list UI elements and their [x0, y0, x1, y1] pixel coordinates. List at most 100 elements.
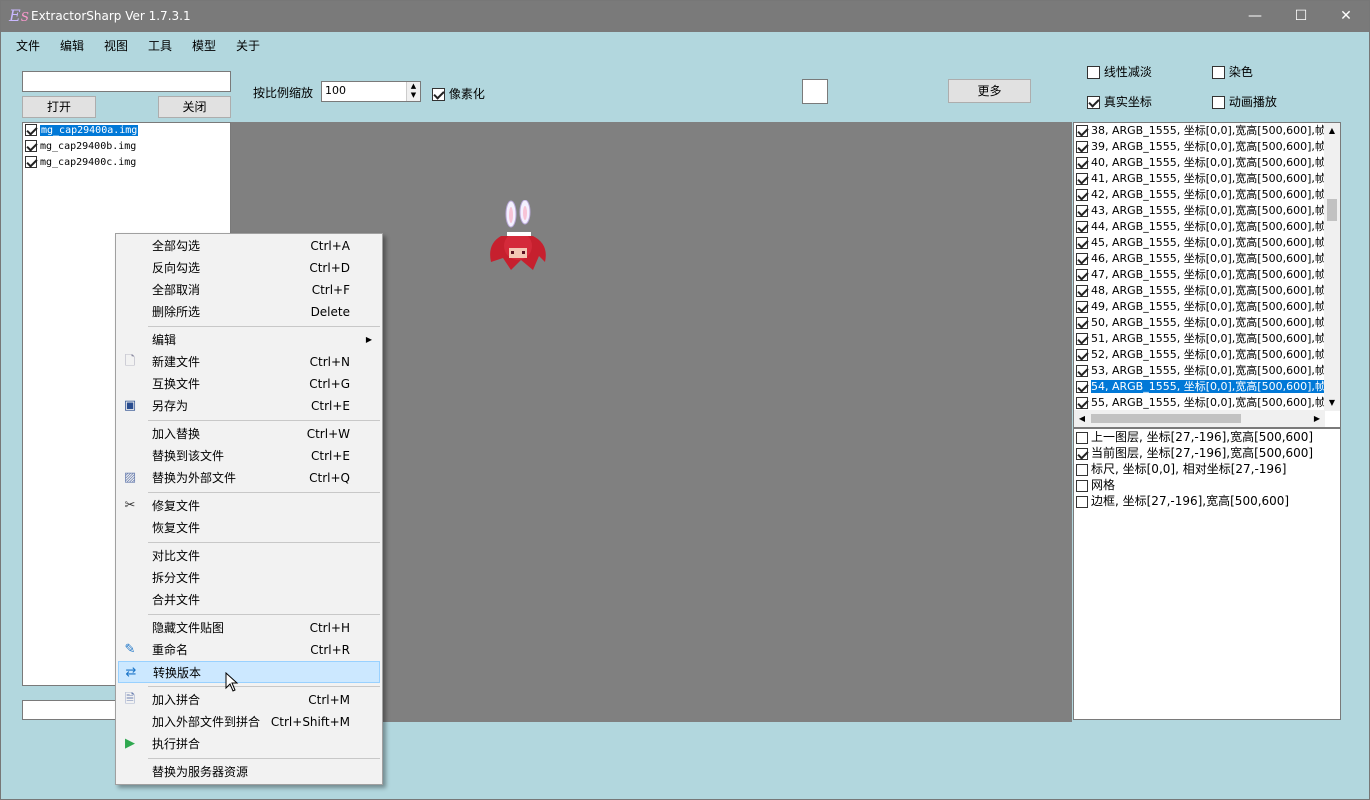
- menu-item-split-file[interactable]: 拆分文件: [118, 567, 380, 589]
- menu-view[interactable]: 视图: [104, 37, 128, 54]
- menu-file[interactable]: 文件: [16, 37, 40, 54]
- frame-check-icon[interactable]: [1076, 397, 1088, 409]
- minimize-button[interactable]: —: [1232, 1, 1278, 32]
- menu-item-add-merge[interactable]: 🗎 加入拼合 Ctrl+M: [118, 689, 380, 711]
- list-item[interactable]: mg_cap29400c.img: [23, 155, 230, 171]
- frame-row[interactable]: 43, ARGB_1555, 坐标[0,0],宽高[500,600],帧: [1074, 203, 1326, 219]
- frame-check-icon[interactable]: [1076, 301, 1088, 313]
- scroll-left-icon[interactable]: ◀: [1074, 410, 1090, 427]
- list-item[interactable]: mg_cap29400a.img: [23, 123, 230, 139]
- list-item[interactable]: 上一图层, 坐标[27,-196],宽高[500,600]: [1074, 429, 1340, 445]
- scroll-down-icon[interactable]: ▼: [1324, 395, 1340, 411]
- list-item[interactable]: 标尺, 坐标[0,0], 相对坐标[27,-196]: [1074, 461, 1340, 477]
- frame-check-icon[interactable]: [1076, 333, 1088, 345]
- layer-list[interactable]: 上一图层, 坐标[27,-196],宽高[500,600] 当前图层, 坐标[2…: [1073, 428, 1341, 720]
- scroll-up-icon[interactable]: ▲: [1324, 123, 1340, 139]
- status-input[interactable]: [22, 700, 122, 720]
- menu-item-repair-file[interactable]: ✂ 修复文件: [118, 495, 380, 517]
- menu-item-replace-server[interactable]: 替换为服务器资源: [118, 761, 380, 783]
- frame-check-icon[interactable]: [1076, 189, 1088, 201]
- file-check-icon[interactable]: [25, 156, 37, 168]
- list-item[interactable]: 网格: [1074, 477, 1340, 493]
- frame-row[interactable]: 47, ARGB_1555, 坐标[0,0],宽高[500,600],帧: [1074, 267, 1326, 283]
- hscroll-thumb[interactable]: [1091, 414, 1241, 423]
- menu-item-new-file[interactable]: 🗋 新建文件 Ctrl+N: [118, 351, 380, 373]
- file-search-input[interactable]: [22, 71, 231, 92]
- linear-fade-checkbox[interactable]: 线性减淡: [1087, 63, 1152, 80]
- layer-check-icon[interactable]: [1076, 479, 1088, 492]
- more-button[interactable]: 更多: [948, 79, 1031, 103]
- frame-row[interactable]: 44, ARGB_1555, 坐标[0,0],宽高[500,600],帧: [1074, 219, 1326, 235]
- animate-checkbox[interactable]: 动画播放: [1212, 93, 1277, 110]
- frame-check-icon[interactable]: [1076, 205, 1088, 217]
- menu-item-run-merge[interactable]: ▶ 执行拼合: [118, 733, 380, 755]
- layer-check-icon[interactable]: [1076, 495, 1088, 508]
- frame-row[interactable]: 53, ARGB_1555, 坐标[0,0],宽高[500,600],帧: [1074, 363, 1326, 379]
- frame-row[interactable]: 38, ARGB_1555, 坐标[0,0],宽高[500,600],帧: [1074, 123, 1326, 139]
- frame-row[interactable]: 49, ARGB_1555, 坐标[0,0],宽高[500,600],帧: [1074, 299, 1326, 315]
- frame-check-icon[interactable]: [1076, 173, 1088, 185]
- frame-row[interactable]: 45, ARGB_1555, 坐标[0,0],宽高[500,600],帧: [1074, 235, 1326, 251]
- list-item[interactable]: mg_cap29400b.img: [23, 139, 230, 155]
- frame-check-icon[interactable]: [1076, 125, 1088, 137]
- menu-item-add-external-merge[interactable]: 加入外部文件到拼合 Ctrl+Shift+M: [118, 711, 380, 733]
- menu-item-replace-to-file[interactable]: 替换到该文件 Ctrl+E: [118, 445, 380, 467]
- frame-check-icon[interactable]: [1076, 349, 1088, 361]
- frame-row[interactable]: 40, ARGB_1555, 坐标[0,0],宽高[500,600],帧: [1074, 155, 1326, 171]
- menu-tools[interactable]: 工具: [148, 37, 172, 54]
- open-button[interactable]: 打开: [22, 96, 96, 118]
- maximize-button[interactable]: ☐: [1278, 1, 1324, 32]
- menu-model[interactable]: 模型: [192, 37, 216, 54]
- color-swatch[interactable]: [802, 79, 828, 104]
- frame-row[interactable]: 54, ARGB_1555, 坐标[0,0],宽高[500,600],帧: [1074, 379, 1326, 395]
- menu-item-compare-file[interactable]: 对比文件: [118, 545, 380, 567]
- menu-item-save-as[interactable]: ▣ 另存为 Ctrl+E: [118, 395, 380, 417]
- list-item[interactable]: 边框, 坐标[27,-196],宽高[500,600]: [1074, 493, 1340, 509]
- frame-check-icon[interactable]: [1076, 317, 1088, 329]
- menu-item-delete-selected[interactable]: 删除所选 Delete: [118, 301, 380, 323]
- close-window-button[interactable]: ✕: [1323, 1, 1369, 32]
- menu-item-swap-file[interactable]: 互换文件 Ctrl+G: [118, 373, 380, 395]
- frame-check-icon[interactable]: [1076, 157, 1088, 169]
- close-file-button[interactable]: 关闭: [158, 96, 231, 118]
- real-coords-checkbox[interactable]: 真实坐标: [1087, 93, 1152, 110]
- frame-row[interactable]: 55, ARGB_1555, 坐标[0,0],宽高[500,600],帧: [1074, 395, 1326, 411]
- frame-row[interactable]: 50, ARGB_1555, 坐标[0,0],宽高[500,600],帧: [1074, 315, 1326, 331]
- horizontal-scrollbar[interactable]: ◀ ▶: [1074, 410, 1325, 427]
- frame-check-icon[interactable]: [1076, 269, 1088, 281]
- frame-row[interactable]: 46, ARGB_1555, 坐标[0,0],宽高[500,600],帧: [1074, 251, 1326, 267]
- file-check-icon[interactable]: [25, 124, 37, 136]
- frame-row[interactable]: 39, ARGB_1555, 坐标[0,0],宽高[500,600],帧: [1074, 139, 1326, 155]
- scroll-thumb[interactable]: [1327, 199, 1337, 221]
- scale-spinbox[interactable]: 100 ▲ ▼: [321, 81, 421, 102]
- menu-item-hide-texture[interactable]: 隐藏文件贴图 Ctrl+H: [118, 617, 380, 639]
- scroll-right-icon[interactable]: ▶: [1309, 410, 1325, 427]
- menu-edit[interactable]: 编辑: [60, 37, 84, 54]
- frame-check-icon[interactable]: [1076, 237, 1088, 249]
- frame-check-icon[interactable]: [1076, 365, 1088, 377]
- frame-row[interactable]: 51, ARGB_1555, 坐标[0,0],宽高[500,600],帧: [1074, 331, 1326, 347]
- menu-item-rename[interactable]: ✎ 重命名 Ctrl+R: [118, 639, 380, 661]
- pixelate-checkbox[interactable]: 像素化: [432, 85, 485, 102]
- frame-check-icon[interactable]: [1076, 221, 1088, 233]
- frame-check-icon[interactable]: [1076, 381, 1088, 393]
- spin-arrows-icon[interactable]: ▲ ▼: [406, 82, 420, 101]
- menu-item-invert-selection[interactable]: 反向勾选 Ctrl+D: [118, 257, 380, 279]
- layer-check-icon[interactable]: [1076, 463, 1088, 476]
- vertical-scrollbar[interactable]: ▲ ▼: [1324, 123, 1340, 411]
- menu-item-merge-file[interactable]: 合并文件: [118, 589, 380, 611]
- frame-check-icon[interactable]: [1076, 141, 1088, 153]
- frame-row[interactable]: 41, ARGB_1555, 坐标[0,0],宽高[500,600],帧: [1074, 171, 1326, 187]
- menu-item-restore-file[interactable]: 恢复文件: [118, 517, 380, 539]
- frame-list[interactable]: 38, ARGB_1555, 坐标[0,0],宽高[500,600],帧 39, …: [1073, 122, 1341, 428]
- layer-check-icon[interactable]: [1076, 447, 1088, 460]
- dye-checkbox[interactable]: 染色: [1212, 63, 1253, 80]
- menu-item-add-replace[interactable]: 加入替换 Ctrl+W: [118, 423, 380, 445]
- menu-item-deselect-all[interactable]: 全部取消 Ctrl+F: [118, 279, 380, 301]
- menu-item-convert-version[interactable]: ⇄ 转换版本: [118, 661, 380, 683]
- frame-row[interactable]: 42, ARGB_1555, 坐标[0,0],宽高[500,600],帧: [1074, 187, 1326, 203]
- frame-check-icon[interactable]: [1076, 253, 1088, 265]
- file-check-icon[interactable]: [25, 140, 37, 152]
- menu-item-select-all[interactable]: 全部勾选 Ctrl+A: [118, 235, 380, 257]
- frame-row[interactable]: 48, ARGB_1555, 坐标[0,0],宽高[500,600],帧: [1074, 283, 1326, 299]
